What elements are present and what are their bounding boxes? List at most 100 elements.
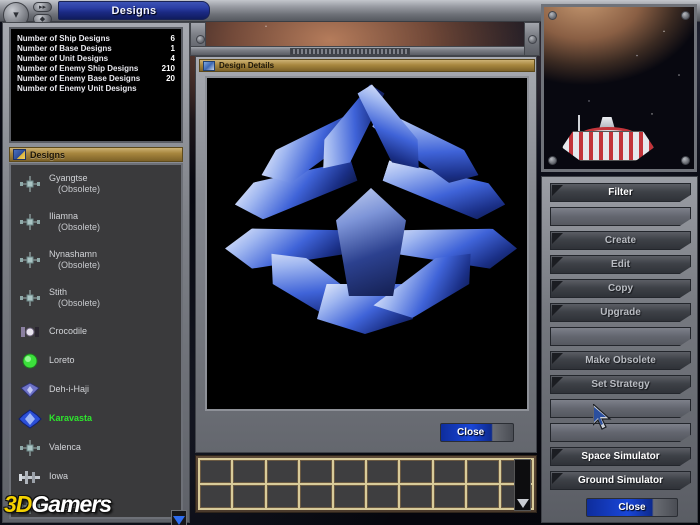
design-list[interactable]: Gyangtse (Obsolete) Iliamna (Obsolete) Nynas… xyxy=(9,163,183,519)
component-slot[interactable] xyxy=(266,460,299,483)
design-list-scroll-down-button[interactable] xyxy=(171,510,187,525)
design-item-text: Iowa xyxy=(49,471,68,482)
details-close-button[interactable]: Close xyxy=(440,423,514,442)
page-title-label: Designs xyxy=(111,4,157,17)
space-station-icon xyxy=(562,115,654,163)
rail-button-edit[interactable]: Edit xyxy=(550,255,691,274)
component-slot[interactable] xyxy=(333,485,365,508)
component-slot[interactable] xyxy=(266,485,299,508)
design-list-header: Designs xyxy=(9,147,183,162)
component-slot[interactable] xyxy=(200,485,232,508)
game-screen: ▾ ▸▸ ◆ Designs Number of Ship Designs 6 Nu… xyxy=(0,0,700,525)
component-slot[interactable] xyxy=(467,485,499,508)
ship-cross-icon xyxy=(17,437,43,459)
rail-button-make-obsolete[interactable]: Make Obsolete xyxy=(550,351,691,370)
rail-button-filter[interactable]: Filter xyxy=(550,183,691,202)
design-item-name: Stith xyxy=(49,287,68,297)
rail-button-upgrade[interactable]: Upgrade xyxy=(550,303,691,322)
design-item-text: Crocodile xyxy=(49,326,87,337)
rail-button-copy[interactable]: Copy xyxy=(550,279,691,298)
stat-row: Number of Ship Designs 6 xyxy=(17,34,175,44)
design-list-item[interactable]: Iliamna (Obsolete) xyxy=(11,203,181,241)
design-item-text: Stith (Obsolete) xyxy=(49,287,100,309)
stat-label: Number of Ship Designs xyxy=(17,34,110,43)
design-item-text: Iliamna (Obsolete) xyxy=(49,211,100,233)
design-item-name: Karavasta xyxy=(49,413,93,423)
chevron-down-icon xyxy=(173,515,185,525)
design-item-status: (Obsolete) xyxy=(58,184,101,194)
design-list-item[interactable]: Nynashamn (Obsolete) xyxy=(11,241,181,279)
ship-cross-icon xyxy=(17,287,43,309)
component-grid[interactable] xyxy=(195,455,537,513)
screw-icon xyxy=(528,35,537,44)
stat-label: Number of Enemy Base Designs xyxy=(17,74,141,83)
station-mast xyxy=(578,115,580,131)
component-slot[interactable] xyxy=(467,460,499,483)
component-slot[interactable] xyxy=(400,460,432,483)
design-list-item[interactable]: Karavasta xyxy=(11,404,181,433)
space-station-viewport xyxy=(541,4,697,172)
component-slot[interactable] xyxy=(433,460,466,483)
design-item-name: Gyangtse xyxy=(49,173,88,183)
design-details-title-label: Design Details xyxy=(219,61,275,70)
vent-grille-top xyxy=(290,48,410,55)
stat-row: Number of Enemy Base Designs 20 xyxy=(17,74,175,84)
rail-button-create[interactable]: Create xyxy=(550,231,691,250)
design-list-item[interactable]: Loreto xyxy=(11,346,181,375)
design-list-item[interactable]: Crocodile xyxy=(11,317,181,346)
design-item-text: Deh-i-Haji xyxy=(49,384,89,395)
stat-label: Number of Enemy Unit Designs xyxy=(17,84,137,93)
component-slot[interactable] xyxy=(366,485,399,508)
design-item-text: Loreto xyxy=(49,355,75,366)
component-slot[interactable] xyxy=(400,485,432,508)
rail-button-blank xyxy=(550,207,691,226)
watermark-part2: Gamers xyxy=(31,490,112,517)
base-sphere-icon xyxy=(17,350,43,372)
close-button[interactable]: Close xyxy=(586,498,678,517)
rail-button-space-simulator[interactable]: Space Simulator xyxy=(550,447,691,466)
ship-crystal-icon xyxy=(17,408,43,430)
unit-walker-icon xyxy=(17,321,43,343)
design-item-name: Deh-i-Haji xyxy=(49,384,90,394)
component-slot[interactable] xyxy=(366,460,399,483)
component-slot[interactable] xyxy=(333,460,365,483)
design-list-item[interactable]: Valenca xyxy=(11,433,181,462)
component-slot[interactable] xyxy=(200,460,232,483)
component-slot[interactable] xyxy=(300,460,332,483)
rail-button-blank xyxy=(550,423,691,442)
design-list-item[interactable]: Deh-i-Haji xyxy=(11,375,181,404)
ship-cross-icon xyxy=(17,249,43,271)
component-slot[interactable] xyxy=(300,485,332,508)
rail-button-set-strategy[interactable]: Set Strategy xyxy=(550,375,691,394)
rail-button-label: Filter xyxy=(608,187,633,198)
stat-value: 4 xyxy=(170,54,175,63)
ship-3d-viewport[interactable] xyxy=(205,76,529,411)
nav-prev-button[interactable]: ▸▸ xyxy=(33,2,52,12)
rail-button-ground-simulator[interactable]: Ground Simulator xyxy=(550,471,691,490)
action-button-rail: Filter Create Edit Copy Upgrade Make Obsolete… xyxy=(541,176,698,523)
design-list-item[interactable]: Stith (Obsolete) xyxy=(11,279,181,317)
design-item-status: (Obsolete) xyxy=(58,222,101,232)
rail-button-blank xyxy=(550,327,691,346)
component-grid-scroll-down-button[interactable] xyxy=(514,459,531,511)
close-button-label: Close xyxy=(618,502,646,513)
rail-button-label: Copy xyxy=(608,283,633,294)
design-item-text: Valenca xyxy=(49,442,81,453)
design-item-name: Valenca xyxy=(49,442,81,452)
design-list-item[interactable]: Gyangtse (Obsolete) xyxy=(11,165,181,203)
screw-icon xyxy=(196,35,205,44)
design-details-titlebar: Design Details xyxy=(199,59,535,72)
stat-label: Number of Enemy Ship Designs xyxy=(17,64,139,73)
design-item-text: Karavasta xyxy=(49,413,92,424)
stat-row: Number of Unit Designs 4 xyxy=(17,54,175,64)
component-slot[interactable] xyxy=(433,485,466,508)
component-slot[interactable] xyxy=(233,460,265,483)
design-item-name: Iowa xyxy=(49,471,69,481)
ship-bat-icon xyxy=(17,379,43,401)
stat-row: Number of Enemy Ship Designs 210 xyxy=(17,64,175,74)
rail-button-label: Upgrade xyxy=(600,307,641,318)
stat-value: 210 xyxy=(161,64,175,73)
stat-value: 1 xyxy=(170,44,175,53)
design-item-name: Nynashamn xyxy=(49,249,98,259)
component-slot[interactable] xyxy=(233,485,265,508)
